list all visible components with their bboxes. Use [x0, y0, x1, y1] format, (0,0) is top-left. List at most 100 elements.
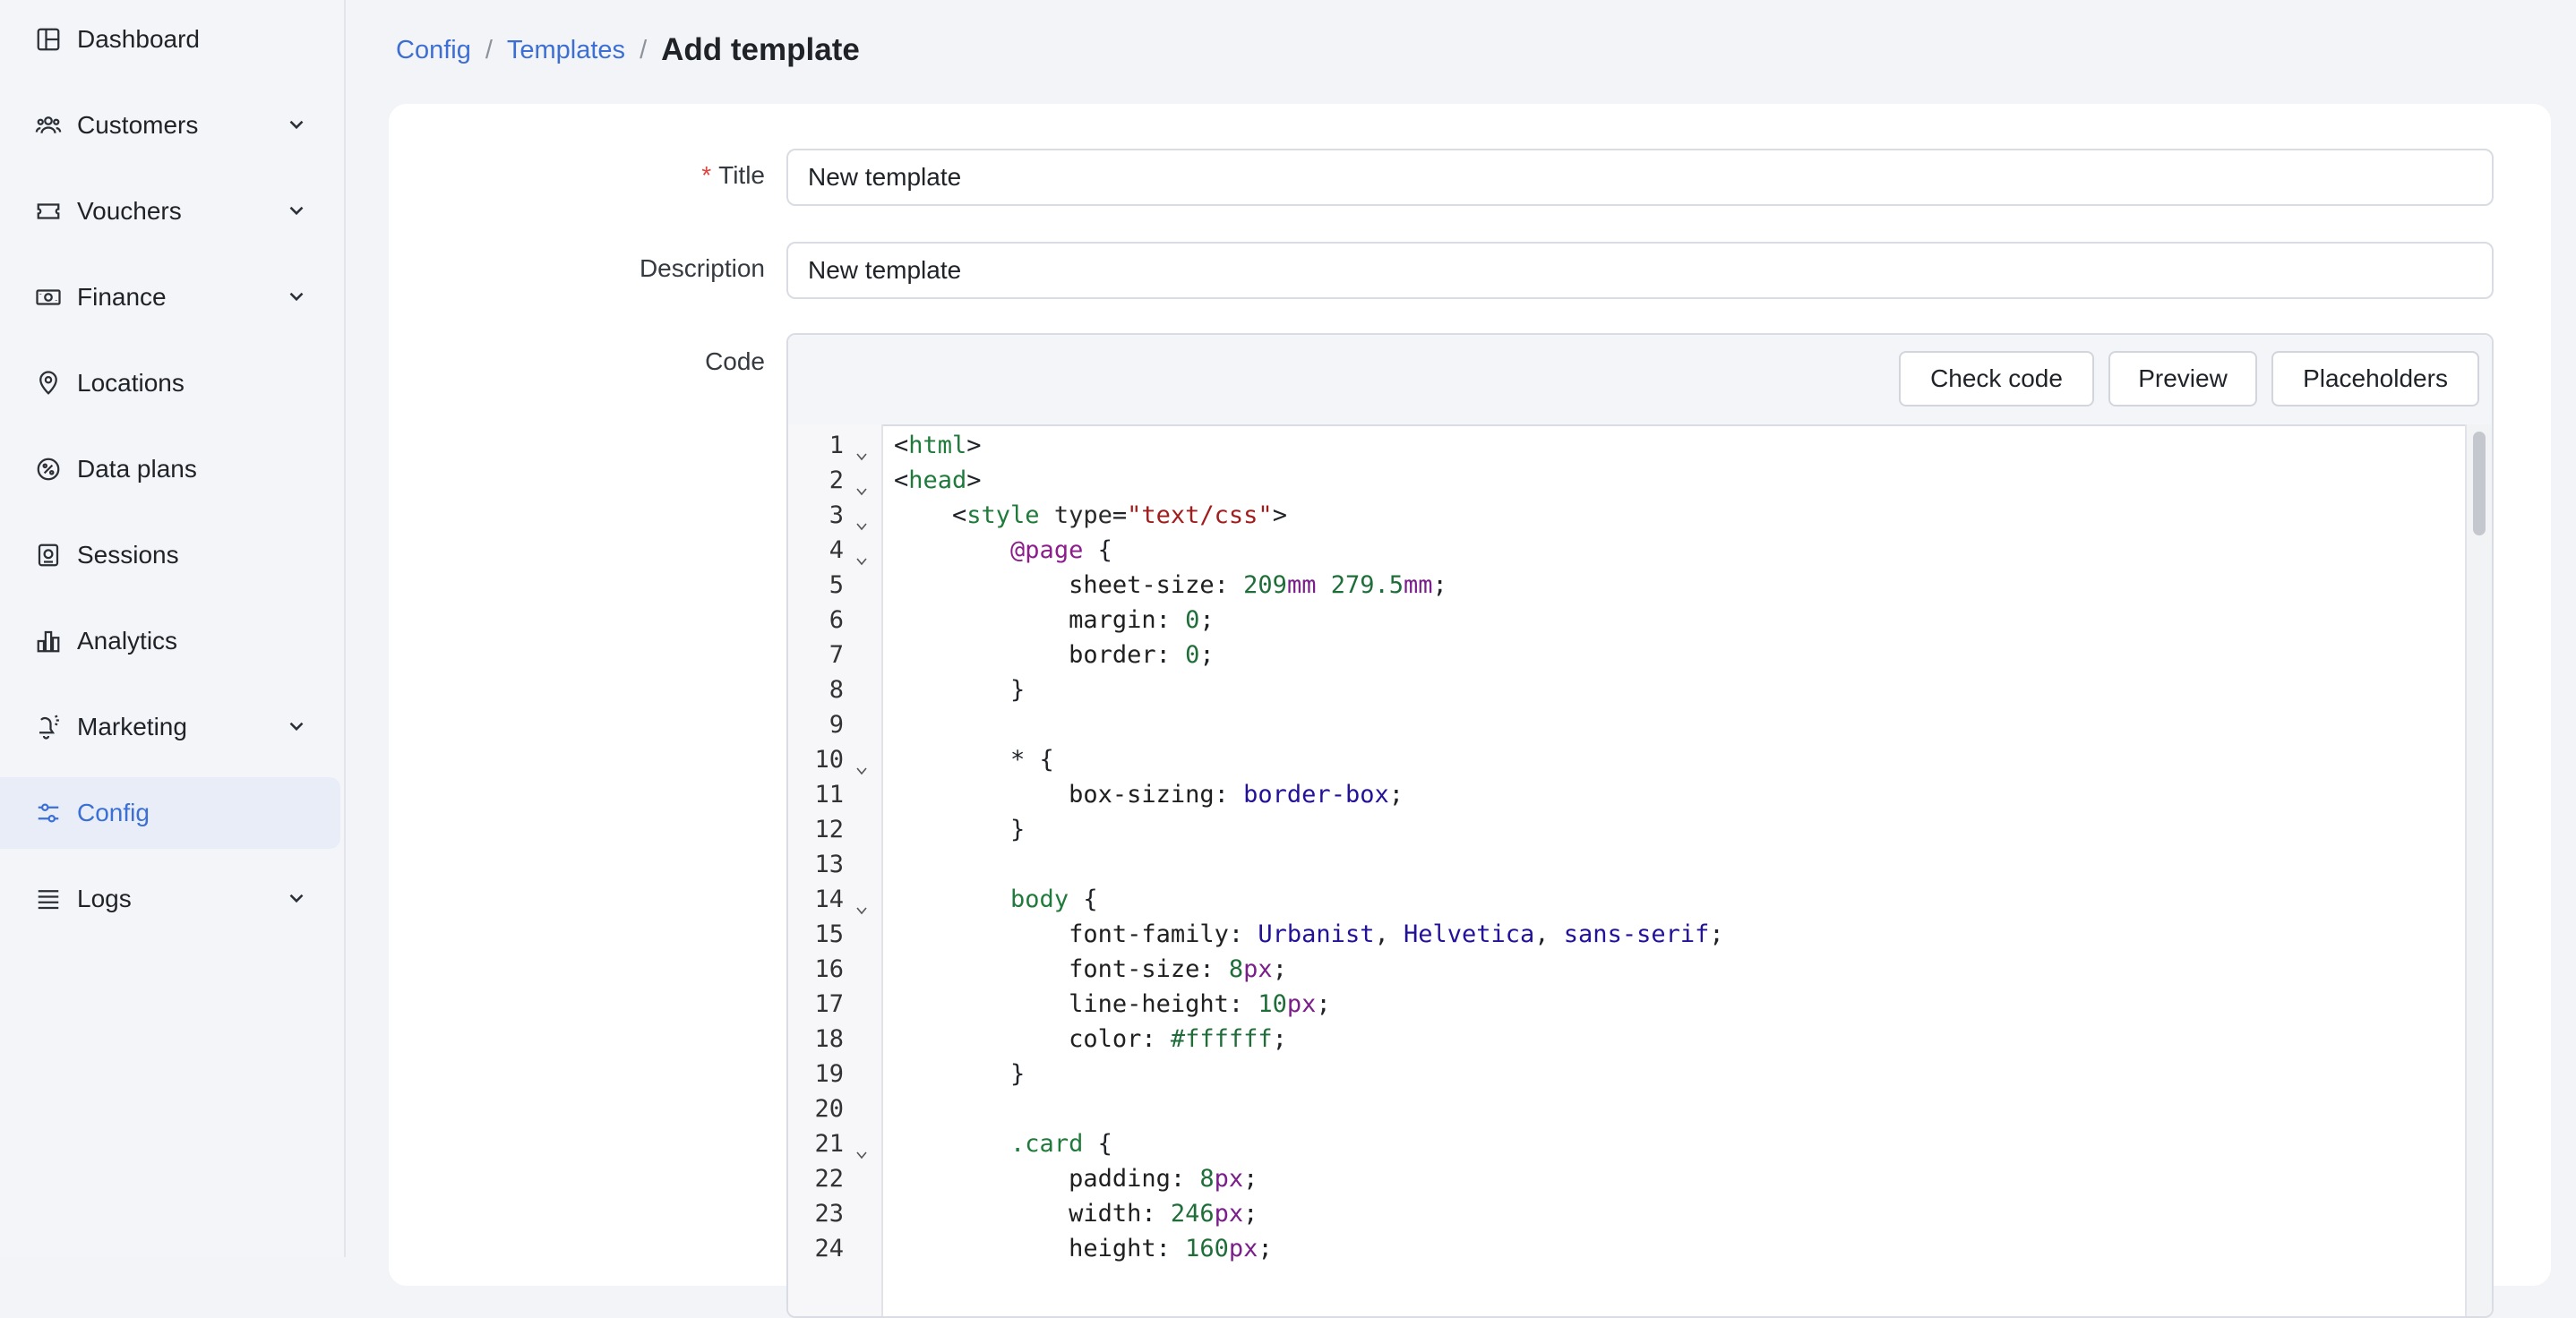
- code-text: <style type="text/css">: [894, 501, 1287, 529]
- editor-scrollbar-thumb[interactable]: [2473, 432, 2486, 535]
- code-line[interactable]: 14 body {: [788, 882, 2400, 917]
- line-number: 17: [814, 990, 844, 1018]
- line-number: 10: [814, 746, 844, 774]
- line-number: 21: [814, 1130, 844, 1158]
- sidebar-item-finance[interactable]: Finance: [0, 261, 340, 333]
- sidebar-item-locations[interactable]: Locations: [0, 347, 340, 419]
- chevron-down-icon[interactable]: [285, 113, 308, 136]
- code-line[interactable]: 3 <style type="text/css">: [788, 498, 2400, 533]
- code-area[interactable]: 1 <html> 2 <head> 3 <style type="text/css"> 4…: [788, 424, 2492, 1316]
- sidebar-item-marketing[interactable]: Marketing: [0, 691, 340, 763]
- sidebar-item-customers[interactable]: Customers: [0, 90, 340, 161]
- fold-chevron-icon[interactable]: [854, 893, 869, 915]
- chevron-down-icon[interactable]: [285, 285, 308, 308]
- sessions-icon: [32, 539, 64, 571]
- fold-chevron-icon[interactable]: [854, 474, 869, 496]
- line-number: 20: [814, 1095, 844, 1123]
- required-mark: *: [701, 161, 712, 189]
- code-text: }: [894, 676, 1026, 704]
- editor-toolbar: Check code Preview Placeholders: [788, 335, 2492, 426]
- breadcrumb-separator: /: [640, 35, 648, 64]
- page-title: Add template: [661, 32, 860, 67]
- fold-chevron-icon[interactable]: [854, 509, 869, 531]
- sidebar-item-config[interactable]: Config: [0, 777, 340, 849]
- code-text: height: 160px;: [1069, 1235, 1273, 1262]
- check-code-button[interactable]: Check code: [1899, 351, 2094, 407]
- breadcrumb-templates-link[interactable]: Templates: [507, 36, 625, 65]
- code-text: font-size: 8px;: [1069, 955, 1287, 983]
- breadcrumb-separator: /: [485, 35, 493, 64]
- line-number: 9: [829, 711, 844, 739]
- code-line[interactable]: 10 * {: [788, 742, 2400, 777]
- sidebar-item-label: Locations: [77, 369, 185, 397]
- line-number: 24: [814, 1235, 844, 1262]
- line-number: 5: [829, 571, 844, 599]
- code-line[interactable]: 5 sheet-size: 209mm 279.5mm;: [788, 568, 2400, 603]
- code-text: * {: [894, 746, 1054, 774]
- code-line[interactable]: 4 @page {: [788, 533, 2400, 568]
- description-input[interactable]: [786, 242, 2494, 299]
- customers-icon: [32, 109, 64, 141]
- fold-chevron-icon[interactable]: [854, 543, 869, 566]
- chevron-down-icon[interactable]: [285, 715, 308, 738]
- line-number: 1: [829, 432, 844, 459]
- code-line[interactable]: 19 }: [788, 1057, 2400, 1091]
- code-line[interactable]: 2 <head>: [788, 463, 2400, 498]
- line-number: 23: [814, 1200, 844, 1228]
- sidebar-item-vouchers[interactable]: Vouchers: [0, 175, 340, 247]
- placeholders-button[interactable]: Placeholders: [2271, 351, 2479, 407]
- sidebar-item-dashboard[interactable]: Dashboard: [0, 4, 340, 75]
- code-text: <html>: [894, 432, 982, 459]
- marketing-icon: [32, 711, 64, 743]
- code-line[interactable]: 16 font-size: 8px;: [788, 952, 2400, 987]
- code-line[interactable]: 24 height: 160px;: [788, 1231, 2400, 1266]
- code-text: font-family: Urbanist, Helvetica, sans-s…: [1069, 920, 1724, 948]
- chevron-down-icon[interactable]: [285, 199, 308, 222]
- code-line[interactable]: 11 box-sizing: border-box;: [788, 777, 2400, 812]
- code-line[interactable]: 22 padding: 8px;: [788, 1161, 2400, 1196]
- sidebar-item-label: Vouchers: [77, 197, 182, 225]
- line-number: 18: [814, 1025, 844, 1053]
- code-line[interactable]: 20: [788, 1091, 2400, 1126]
- line-number: 7: [829, 641, 844, 669]
- code-line[interactable]: 13: [788, 847, 2400, 882]
- code-label: Code: [705, 347, 765, 375]
- code-editor: Check code Preview Placeholders 1 <html> 2…: [786, 333, 2494, 1318]
- breadcrumb-config-link[interactable]: Config: [396, 36, 471, 65]
- sidebar-item-label: Analytics: [77, 627, 178, 655]
- fold-chevron-icon[interactable]: [854, 439, 869, 461]
- code-line[interactable]: 6 margin: 0;: [788, 603, 2400, 638]
- line-number: 11: [814, 781, 844, 809]
- preview-button[interactable]: Preview: [2108, 351, 2257, 407]
- code-line[interactable]: 18 color: #ffffff;: [788, 1022, 2400, 1057]
- sidebar-item-label: Customers: [77, 111, 199, 139]
- code-line[interactable]: 15 font-family: Urbanist, Helvetica, san…: [788, 917, 2400, 952]
- line-number: 12: [814, 816, 844, 843]
- code-line[interactable]: 21 .card {: [788, 1126, 2400, 1161]
- code-line[interactable]: 1 <html>: [788, 428, 2400, 463]
- sidebar-item-logs[interactable]: Logs: [0, 863, 340, 935]
- code-line[interactable]: 23 width: 246px;: [788, 1196, 2400, 1231]
- code-line[interactable]: 7 border: 0;: [788, 638, 2400, 672]
- sidebar-item-sessions[interactable]: Sessions: [0, 519, 340, 591]
- editor-scrollbar[interactable]: [2465, 424, 2492, 1316]
- sidebar: Dashboard Customers Vouchers Finance Locatio…: [0, 0, 346, 1257]
- code-line[interactable]: 8 }: [788, 672, 2400, 707]
- fold-chevron-icon[interactable]: [854, 753, 869, 775]
- code-line[interactable]: 12 }: [788, 812, 2400, 847]
- code-text: @page {: [1010, 536, 1112, 564]
- line-number: 4: [829, 536, 844, 564]
- code-line[interactable]: 9: [788, 707, 2400, 742]
- code-text: width: 246px;: [1069, 1200, 1258, 1228]
- code-line[interactable]: 17 line-height: 10px;: [788, 987, 2400, 1022]
- analytics-icon: [32, 625, 64, 657]
- sidebar-item-data-plans[interactable]: Data plans: [0, 433, 340, 505]
- sidebar-item-label: Dashboard: [77, 25, 200, 53]
- sidebar-item-label: Marketing: [77, 713, 187, 740]
- sidebar-item-analytics[interactable]: Analytics: [0, 605, 340, 677]
- code-text: box-sizing: border-box;: [1069, 781, 1404, 809]
- title-input[interactable]: [786, 149, 2494, 206]
- code-text: .card {: [1010, 1130, 1112, 1158]
- chevron-down-icon[interactable]: [285, 886, 308, 910]
- fold-chevron-icon[interactable]: [854, 1137, 869, 1160]
